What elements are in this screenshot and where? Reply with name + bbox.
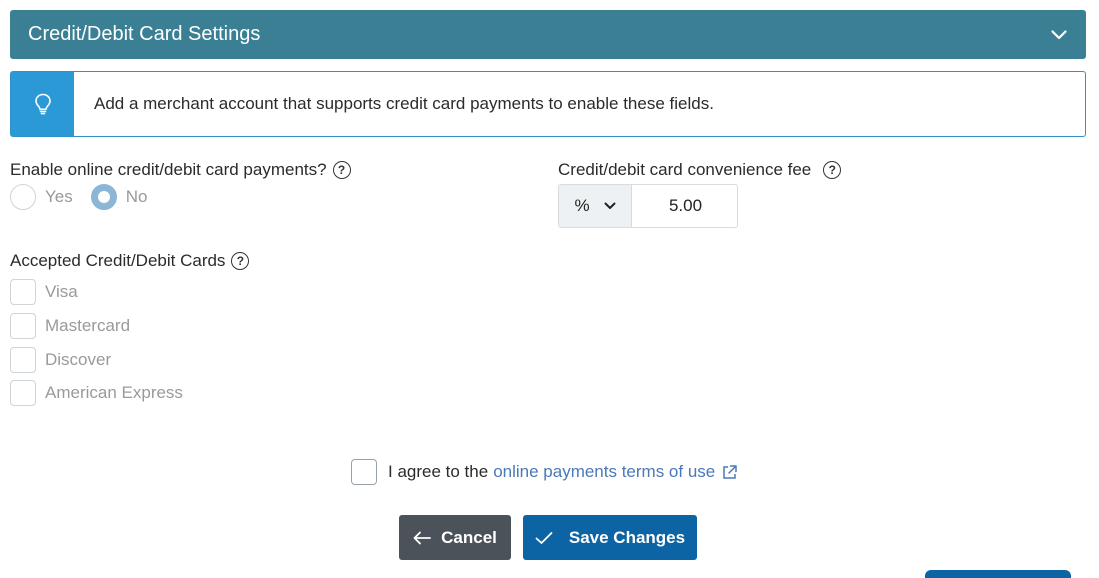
save-label: Save Changes xyxy=(568,527,686,547)
card-label: American Express xyxy=(45,383,183,402)
checkmark-icon xyxy=(535,531,553,544)
card-option-mastercard[interactable]: Mastercard xyxy=(10,313,130,339)
radio-yes[interactable] xyxy=(10,184,36,210)
chevron-down-icon[interactable] xyxy=(1050,26,1068,44)
checkbox[interactable] xyxy=(10,347,36,373)
card-settings-header[interactable]: Credit/Debit Card Settings xyxy=(10,10,1086,59)
terms-text: I agree to the xyxy=(388,462,489,481)
convenience-fee-label-text: Credit/debit card convenience fee xyxy=(558,160,812,179)
help-icon[interactable]: ? xyxy=(823,161,842,179)
card-label: Mastercard xyxy=(45,316,131,335)
info-text: Add a merchant account that supports cre… xyxy=(94,94,714,113)
card-label: Visa xyxy=(45,282,78,301)
checkbox[interactable] xyxy=(10,313,36,339)
terms-link[interactable]: online payments terms of use xyxy=(493,462,715,482)
lightbulb-icon xyxy=(11,72,74,136)
cancel-label: Cancel xyxy=(441,527,497,547)
terms-checkbox[interactable] xyxy=(351,459,377,485)
online-payments-label-text: Enable online credit/debit card payments… xyxy=(10,160,327,179)
accepted-cards-label: Accepted Credit/Debit Cards ? xyxy=(10,251,250,271)
online-payments-label: Enable online credit/debit card payments… xyxy=(10,160,351,180)
partial-button xyxy=(925,570,1071,578)
convenience-fee-label: Credit/debit card convenience fee ? xyxy=(558,160,842,180)
cancel-button[interactable]: Cancel xyxy=(399,515,511,560)
card-option-american-express[interactable]: American Express xyxy=(10,380,183,406)
fee-type-select[interactable]: % xyxy=(559,185,632,227)
card-option-discover[interactable]: Discover xyxy=(10,347,111,373)
info-alert: Add a merchant account that supports cre… xyxy=(10,71,1086,137)
checkbox[interactable] xyxy=(10,380,36,406)
help-icon[interactable]: ? xyxy=(332,161,351,179)
checkbox[interactable] xyxy=(10,279,36,305)
fee-amount-input[interactable]: 5.00 xyxy=(632,185,737,227)
save-changes-button[interactable]: Save Changes xyxy=(523,515,697,560)
chevron-down-icon xyxy=(604,202,616,209)
radio-yes-label: Yes xyxy=(45,187,73,206)
fee-type-value: % xyxy=(574,196,590,215)
radio-no-label: No xyxy=(125,187,148,206)
section-title: Credit/Debit Card Settings xyxy=(28,23,261,45)
card-option-visa[interactable]: Visa xyxy=(10,279,78,305)
radio-no[interactable] xyxy=(90,184,117,210)
online-payments-radio-group: Yes No xyxy=(10,184,165,210)
card-label: Discover xyxy=(45,350,112,369)
external-link-icon[interactable] xyxy=(721,464,738,481)
help-icon[interactable]: ? xyxy=(231,252,250,270)
arrow-left-icon xyxy=(413,531,432,544)
terms-agreement: I agree to the online payments terms of … xyxy=(351,459,738,485)
accepted-cards-label-text: Accepted Credit/Debit Cards xyxy=(10,251,226,270)
convenience-fee-input-group: % 5.00 xyxy=(558,184,738,228)
